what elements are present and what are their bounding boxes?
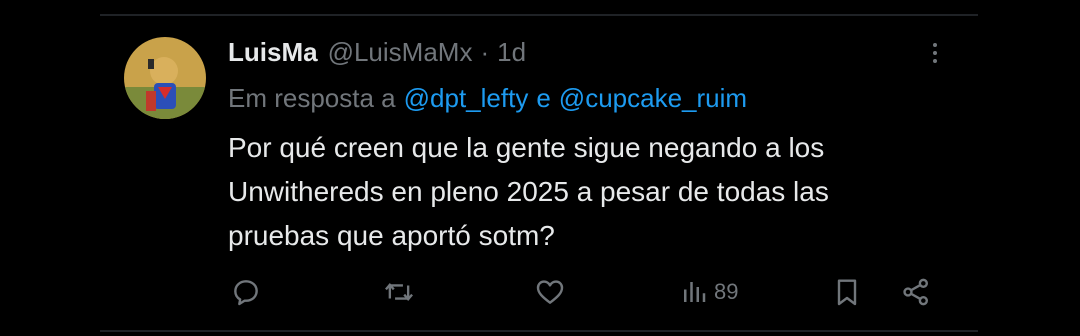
repost-button[interactable] <box>382 272 416 312</box>
avatar-image <box>124 37 206 119</box>
action-bar: 89 <box>230 272 950 312</box>
post-text-line: Unwithereds en pleno 2025 a pesar de tod… <box>228 176 829 207</box>
post-time[interactable]: 1d <box>497 37 526 68</box>
bottom-divider <box>100 330 978 332</box>
views-icon <box>684 282 706 302</box>
post-text-line: pruebas que aportó sotm? <box>228 220 555 251</box>
more-dot <box>933 43 937 47</box>
user-handle[interactable]: @LuisMaMx <box>328 37 473 68</box>
reply-icon <box>234 280 258 306</box>
more-dot <box>933 51 937 55</box>
bookmark-button[interactable] <box>832 272 862 312</box>
top-divider <box>100 14 978 16</box>
post-text-line: Por qué creen que la gente sigue negando… <box>228 132 825 163</box>
share-icon <box>903 278 928 306</box>
mention-link[interactable]: @dpt_lefty <box>404 83 529 114</box>
repost-icon <box>385 282 413 302</box>
views-button[interactable]: 89 <box>680 272 738 312</box>
more-options-icon[interactable] <box>920 38 950 68</box>
heart-icon <box>536 280 564 304</box>
display-name[interactable]: LuisMa <box>228 37 318 68</box>
avatar[interactable] <box>124 37 206 119</box>
share-button[interactable] <box>900 272 932 312</box>
separator-dot: · <box>480 36 490 67</box>
reply-button[interactable] <box>230 272 262 312</box>
more-dot <box>933 59 937 63</box>
like-button[interactable] <box>534 272 566 312</box>
post-header: LuisMa @LuisMaMx · 1d <box>228 32 526 72</box>
mention-conjunction: e <box>536 82 551 113</box>
bookmark-icon <box>837 279 857 306</box>
mention-link[interactable]: @cupcake_ruim <box>559 83 747 114</box>
reply-prefix: Em resposta a <box>228 82 396 113</box>
reply-context: Em resposta a @dpt_lefty e @cupcake_ruim <box>228 78 747 118</box>
post-text: Por qué creen que la gente sigue negando… <box>228 126 968 258</box>
views-count: 89 <box>714 279 739 304</box>
